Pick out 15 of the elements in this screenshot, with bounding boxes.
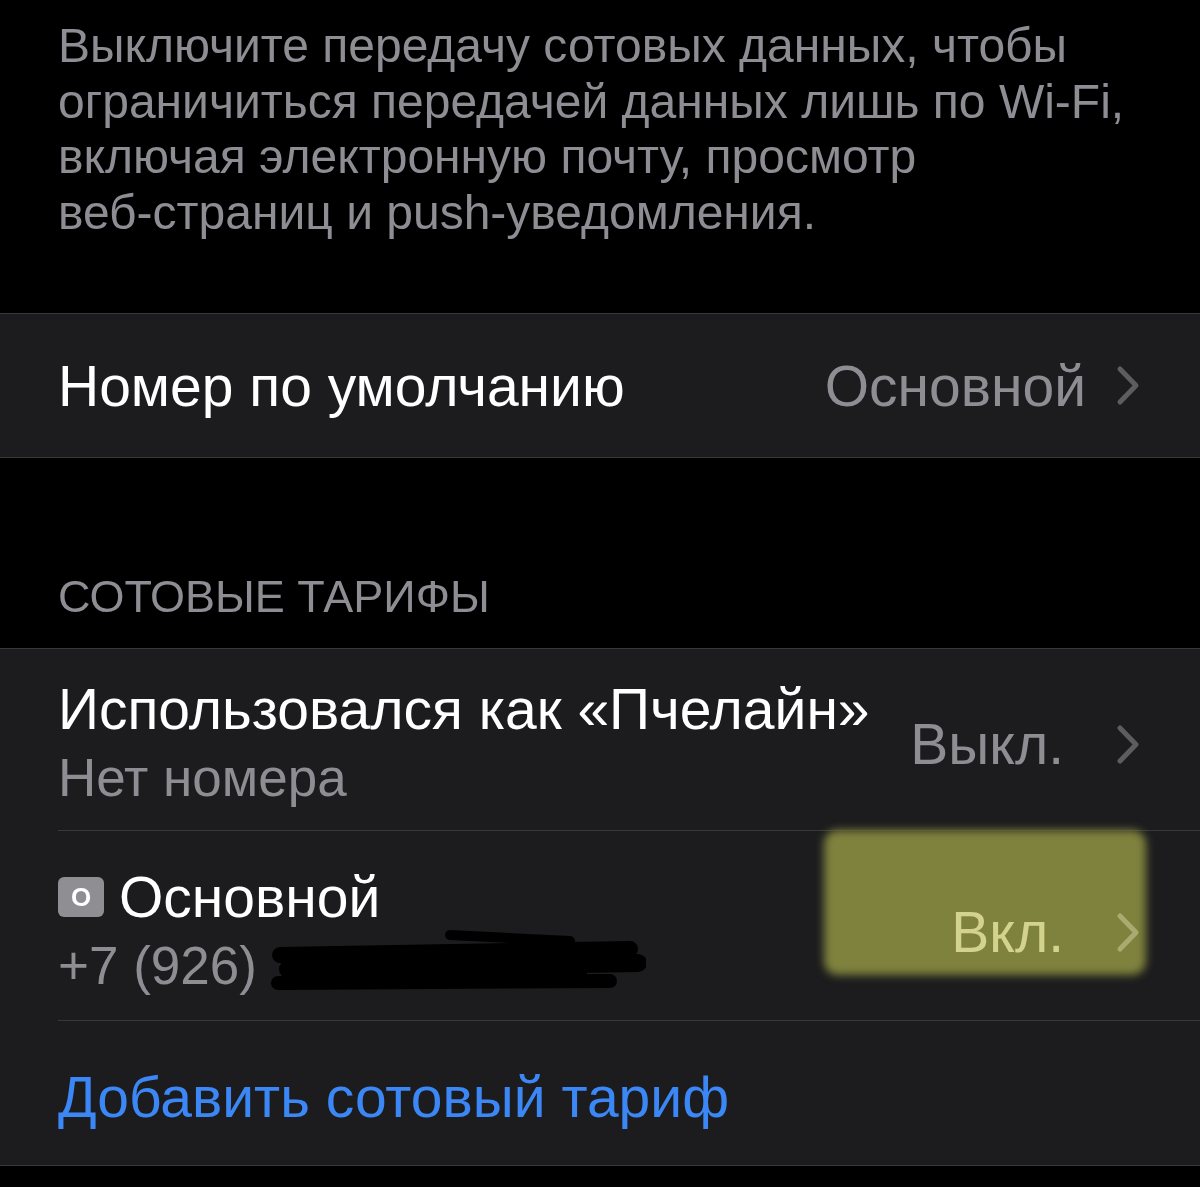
chevron-right-icon <box>1116 911 1140 953</box>
line-label-badge: О <box>58 877 104 917</box>
row-value: Основной <box>824 352 1086 420</box>
plan-title: Использовался как «Пчелайн» <box>58 676 870 743</box>
chevron-right-icon <box>1116 365 1140 406</box>
plan-status: Выкл. <box>910 711 1064 778</box>
plan-status: Вкл. <box>951 899 1064 966</box>
plan-subtitle: +7 (926) <box>58 935 257 997</box>
section-header: СОТОВЫЕ ТАРИФЫ <box>57 570 491 624</box>
chevron-right-icon <box>1116 723 1140 765</box>
row-label: Номер по умолчанию <box>58 352 625 420</box>
add-plan-link[interactable]: Добавить сотовый тариф <box>58 1063 730 1131</box>
footer-note: Выключите передачу сотовых данных, чтобы ограничиться передачей данных лишь по Wi-Fi, включая электронную почту, просмотр веб-страниц и push-уведомления. <box>57 18 1126 240</box>
plan-title: Основной <box>119 864 381 931</box>
plan-subtitle: Нет номера <box>58 747 347 809</box>
